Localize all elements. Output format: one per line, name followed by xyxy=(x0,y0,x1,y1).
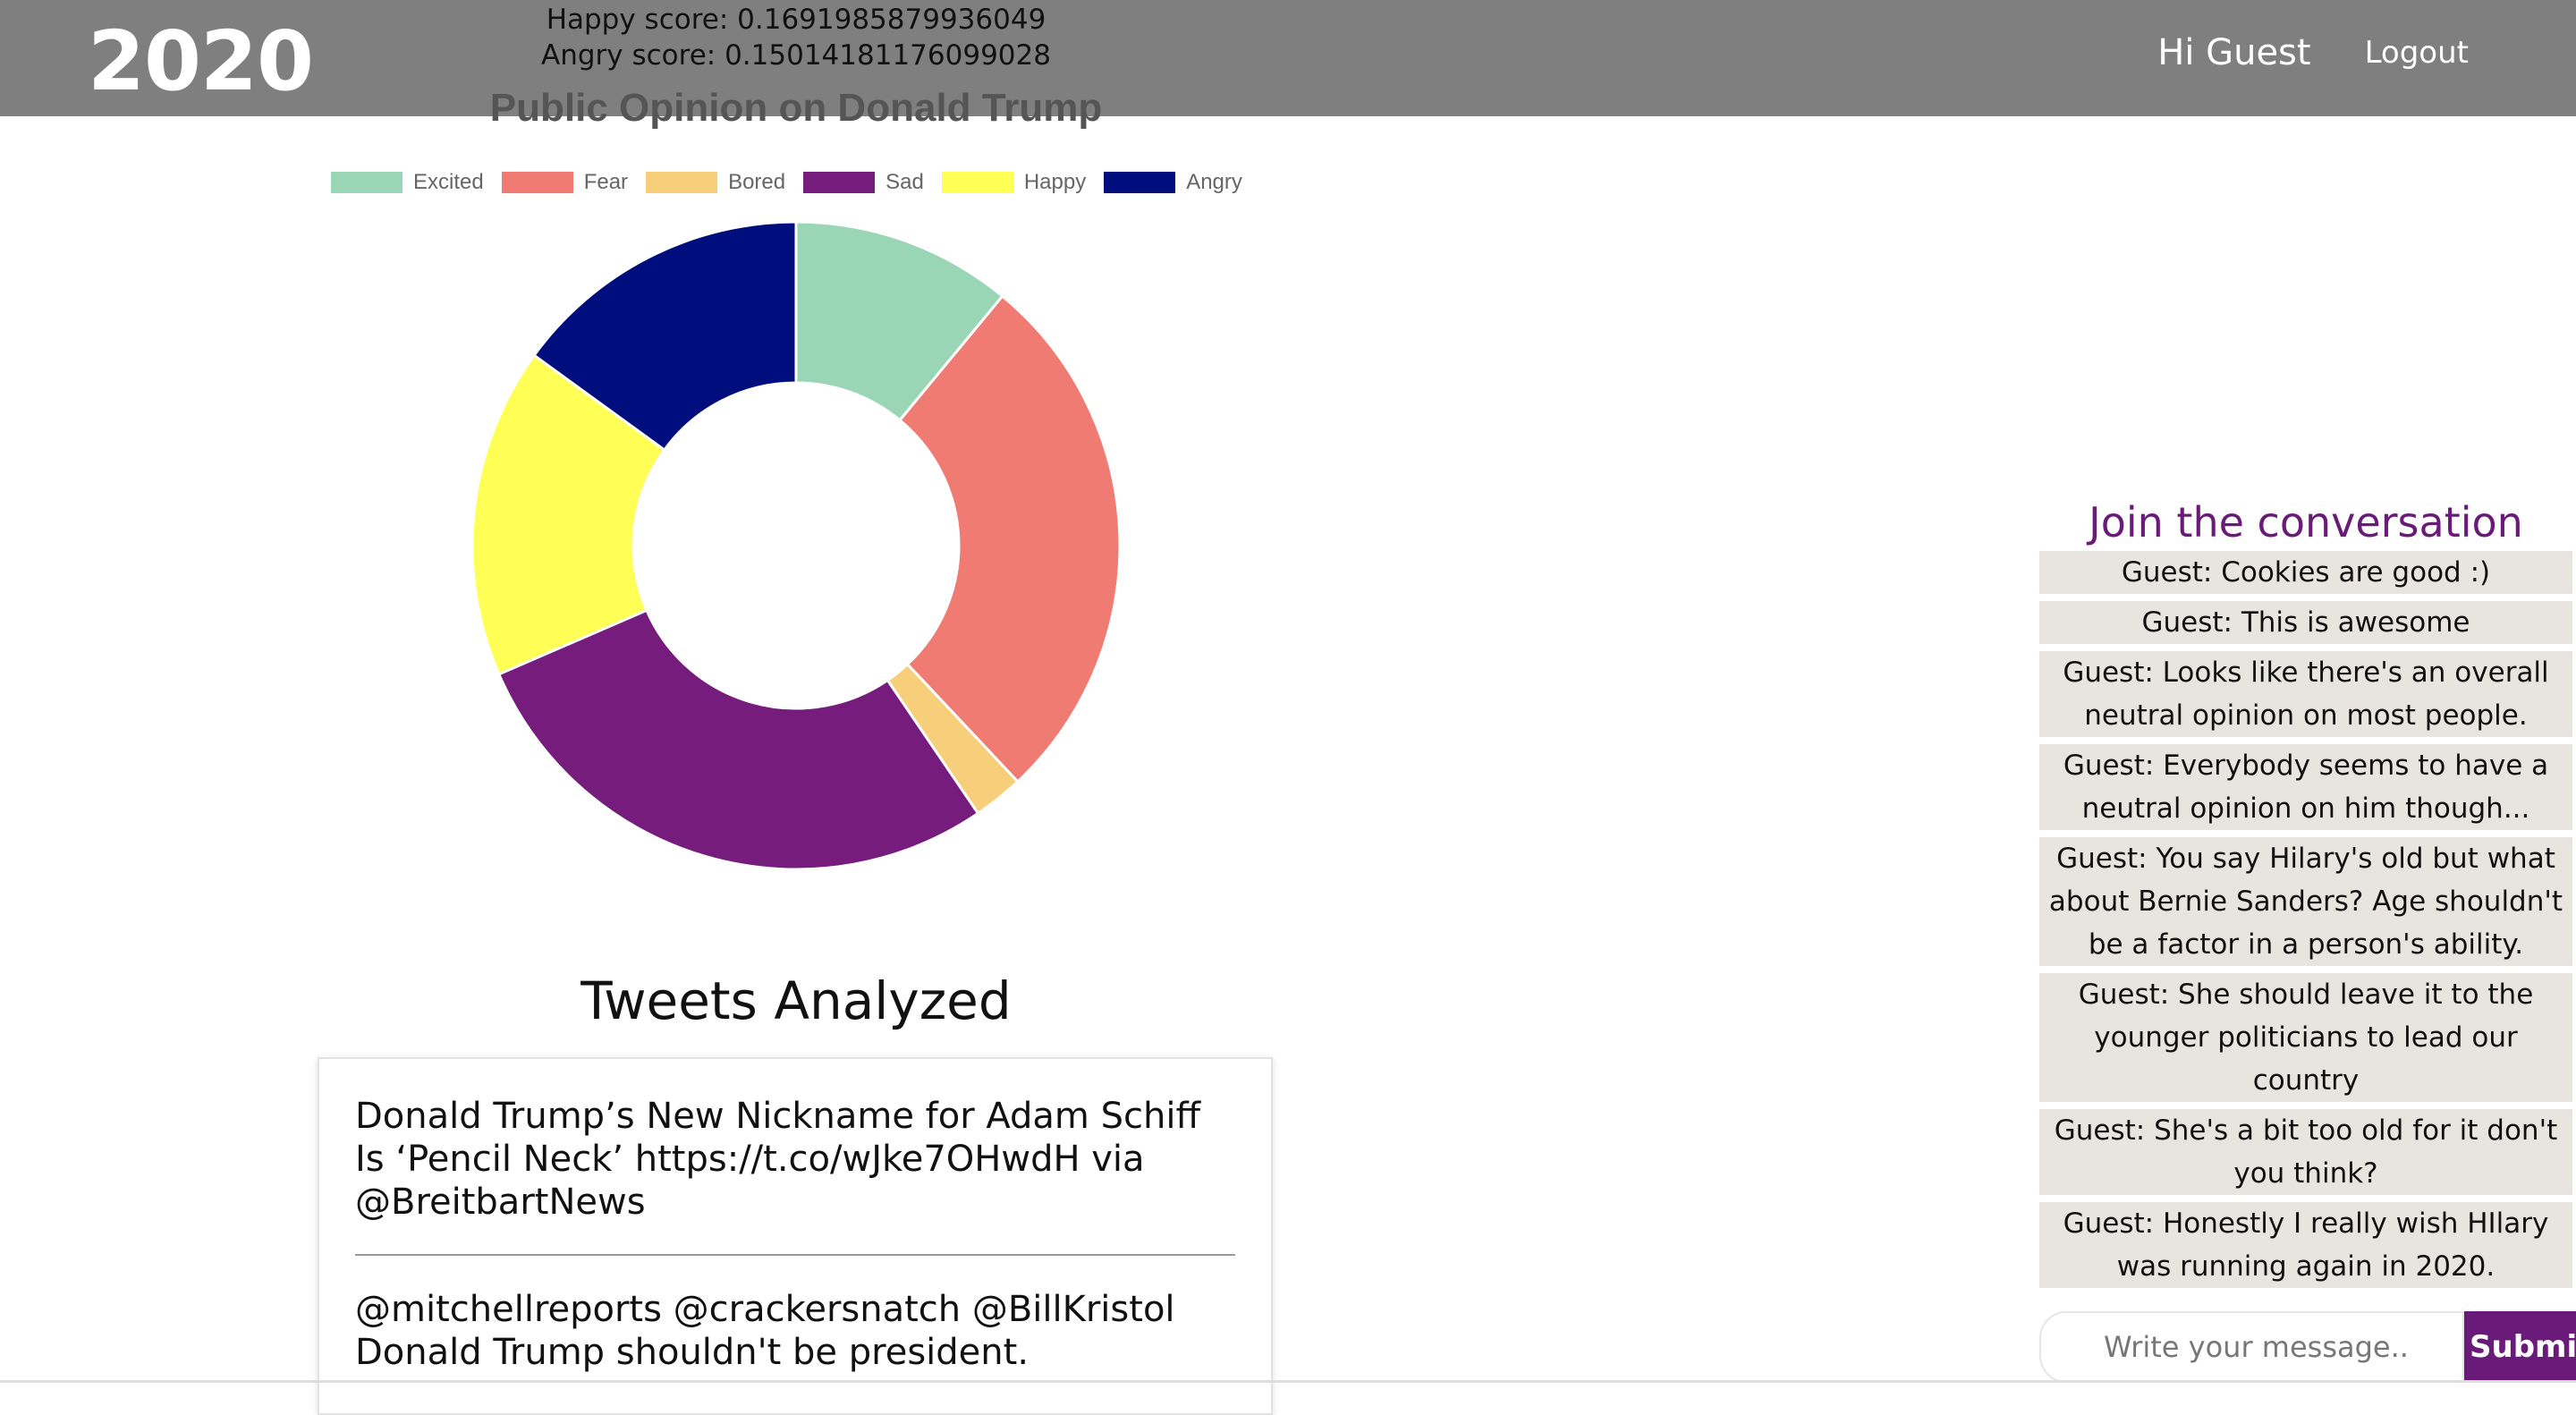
legend-swatch xyxy=(941,172,1013,193)
submit-button[interactable]: Submit xyxy=(2464,1311,2576,1383)
donut-slice-sad[interactable] xyxy=(496,608,980,871)
legend-swatch xyxy=(331,172,402,193)
legend-item-excited[interactable]: Excited xyxy=(331,170,484,195)
user-nav: Hi Guest Logout xyxy=(2157,32,2469,73)
legend-item-bored[interactable]: Bored xyxy=(646,170,785,195)
logout-link[interactable]: Logout xyxy=(2365,35,2469,71)
chat-message: Guest: Looks like there's an overall neu… xyxy=(2039,651,2572,737)
chat-message: Guest: She's a bit too old for it don't … xyxy=(2039,1109,2572,1195)
chat-message-input[interactable] xyxy=(2039,1311,2464,1383)
chat-message: Guest: Honestly I really wish HIlary was… xyxy=(2039,1202,2572,1288)
tweet-divider xyxy=(355,1254,1235,1256)
legend-swatch xyxy=(803,172,876,193)
legend-label: Fear xyxy=(583,170,629,194)
legend-swatch xyxy=(646,172,718,193)
legend-item-angry[interactable]: Angry xyxy=(1104,170,1242,195)
legend-label: Sad xyxy=(886,170,924,194)
chat-message: Guest: You say Hilary's old but what abo… xyxy=(2039,837,2572,966)
happy-score: Happy score: 0.1691985879936049 xyxy=(546,4,1046,36)
legend-item-happy[interactable]: Happy xyxy=(941,170,1087,195)
chat-title: Join the conversation xyxy=(2089,498,2523,547)
tweet-item: @mitchellreports @crackersnatch @BillKri… xyxy=(355,1289,1175,1373)
chat-message: Guest: Everybody seems to have a neutral… xyxy=(2039,744,2572,830)
legend-label: Excited xyxy=(413,170,484,194)
legend-swatch xyxy=(1104,172,1176,193)
user-greeting: Hi Guest xyxy=(2157,32,2311,73)
legend-item-fear[interactable]: Fear xyxy=(501,170,629,195)
chat-form: Submit xyxy=(2039,1311,2576,1383)
chat-panel: Join the conversation Guest: Cookies are… xyxy=(2039,490,2572,1295)
donut-chart xyxy=(470,220,1122,871)
score-readout: Happy score: 0.1691985879936049 Angry sc… xyxy=(501,2,1091,73)
legend-label: Bored xyxy=(728,170,786,194)
tweets-heading: Tweets Analyzed xyxy=(580,970,1012,1031)
angry-score: Angry score: 0.15014181176099028 xyxy=(541,39,1051,72)
legend-item-sad[interactable]: Sad xyxy=(803,170,924,195)
chart-title: Public Opinion on Donald Trump xyxy=(489,86,1103,130)
legend-label: Angry xyxy=(1186,170,1242,194)
chat-message: Guest: Cookies are good :) xyxy=(2039,551,2572,594)
brand-logo[interactable]: 2020 xyxy=(88,13,314,111)
chat-message: Guest: This is awesome xyxy=(2039,601,2572,644)
chat-message: Guest: She should leave it to the younge… xyxy=(2039,973,2572,1102)
legend-swatch xyxy=(501,172,573,193)
legend-label: Happy xyxy=(1023,170,1087,194)
chart-legend: Excited Fear Bored Sad Happy Angry xyxy=(331,170,1242,195)
tweet-item: Donald Trump’s New Nickname for Adam Sch… xyxy=(355,1096,1200,1223)
tweets-card: Donald Trump’s New Nickname for Adam Sch… xyxy=(318,1057,1273,1415)
